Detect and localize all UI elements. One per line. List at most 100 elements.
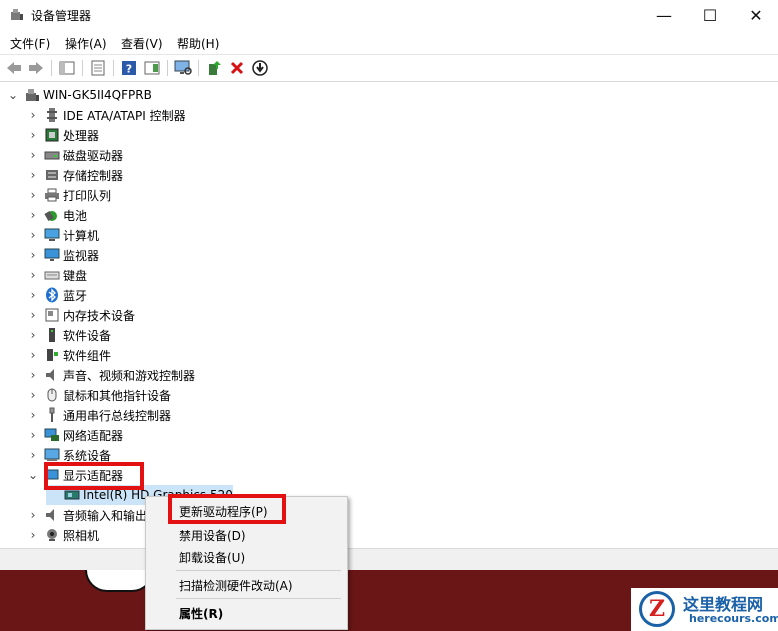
monitor-icon: [44, 247, 60, 263]
storage-controller-icon: [44, 167, 60, 183]
tree-item-label: 照相机: [63, 528, 100, 543]
tree-root[interactable]: ⌄ WIN-GK5II4QFPRB: [6, 85, 152, 105]
menu-action[interactable]: 操作(A): [65, 35, 107, 52]
tree-item[interactable]: › 软件设备: [26, 325, 111, 345]
tree-item[interactable]: › 蓝牙: [26, 285, 87, 305]
menu-view[interactable]: 查看(V): [121, 35, 163, 52]
software-device-icon: [44, 327, 60, 343]
chevron-right-icon[interactable]: ›: [26, 268, 40, 282]
chevron-right-icon[interactable]: ›: [26, 288, 40, 302]
menu-item-disable-device[interactable]: 禁用设备(D): [179, 527, 246, 544]
tree-item[interactable]: › 照相机: [26, 525, 99, 545]
chevron-right-icon[interactable]: ›: [26, 408, 40, 422]
tree-item[interactable]: › 键盘: [26, 265, 87, 285]
keyboard-icon: [44, 267, 60, 283]
tree-item[interactable]: › 通用串行总线控制器: [26, 405, 171, 425]
computer-icon: [44, 227, 60, 243]
back-button[interactable]: [5, 59, 23, 77]
audio-io-icon: [44, 507, 60, 523]
memory-device-icon: [44, 307, 60, 323]
tree-item[interactable]: › 打印队列: [26, 185, 111, 205]
tree-item[interactable]: › 监视器: [26, 245, 99, 265]
chevron-right-icon[interactable]: ›: [26, 448, 40, 462]
computer-root-icon: [24, 87, 40, 103]
menu-help[interactable]: 帮助(H): [177, 35, 219, 52]
chevron-right-icon[interactable]: ›: [26, 108, 40, 122]
tree-item-label: 电池: [63, 208, 88, 223]
menu-item-scan-hardware[interactable]: 扫描检测硬件改动(A): [179, 577, 293, 594]
chevron-right-icon[interactable]: ›: [26, 188, 40, 202]
battery-icon: [44, 207, 60, 223]
chevron-right-icon[interactable]: ›: [26, 128, 40, 142]
tree-item-label: 音频输入和输出: [63, 508, 148, 523]
tree-item[interactable]: › IDE ATA/ATAPI 控制器: [26, 105, 186, 125]
tree-item[interactable]: › 声音、视频和游戏控制器: [26, 365, 195, 385]
forward-button[interactable]: [27, 59, 45, 77]
download-circle-icon: [252, 60, 268, 76]
printer-icon: [44, 187, 60, 203]
system-device-icon: [44, 447, 60, 463]
chevron-right-icon[interactable]: ›: [26, 528, 40, 542]
tree-item-label: 磁盘驱动器: [63, 148, 124, 163]
tree-item-label: 通用串行总线控制器: [63, 408, 172, 423]
download-toolbar-button[interactable]: [251, 59, 269, 77]
logo-z-icon: Z: [639, 591, 675, 627]
help-button[interactable]: ?: [120, 59, 138, 77]
update-driver-toolbar-button[interactable]: [205, 59, 223, 77]
uninstall-toolbar-button[interactable]: [228, 59, 246, 77]
update-driver-icon: [209, 61, 221, 75]
show-hide-console-tree-button[interactable]: [58, 59, 76, 77]
tree-item-label: 蓝牙: [63, 288, 88, 303]
action-pane-button[interactable]: [143, 59, 161, 77]
help-icon: ?: [122, 61, 136, 76]
chevron-right-icon[interactable]: ›: [26, 228, 40, 242]
properties-toolbar-button[interactable]: [89, 59, 107, 77]
tree-item-label: 打印队列: [63, 188, 112, 203]
chevron-right-icon[interactable]: ›: [26, 248, 40, 262]
tree-item[interactable]: › 网络适配器: [26, 425, 123, 445]
toolbar-separator: [198, 60, 199, 76]
menu-file[interactable]: 文件(F): [10, 35, 50, 52]
tree-item[interactable]: › 内存技术设备: [26, 305, 135, 325]
tree-item[interactable]: › 处理器: [26, 125, 99, 145]
chevron-right-icon[interactable]: ›: [26, 328, 40, 342]
chevron-down-icon[interactable]: ⌄: [26, 468, 40, 482]
status-bar: [0, 548, 778, 571]
menu-item-properties[interactable]: 属性(R): [179, 605, 223, 622]
menu-item-uninstall-device[interactable]: 卸载设备(U): [179, 549, 245, 566]
tree-item[interactable]: › 音频输入和输出: [26, 505, 147, 525]
software-component-icon: [44, 347, 60, 363]
chevron-right-icon[interactable]: ›: [26, 508, 40, 522]
tree-item[interactable]: › 软件组件: [26, 345, 111, 365]
tree-item-label: 存储控制器: [63, 168, 124, 183]
tree-item[interactable]: › 计算机: [26, 225, 99, 245]
properties-icon: [91, 60, 105, 76]
chevron-right-icon[interactable]: ›: [26, 388, 40, 402]
tree-item[interactable]: › 鼠标和其他指针设备: [26, 385, 171, 405]
arrow-left-icon: [7, 62, 21, 74]
tree-item[interactable]: › 电池: [26, 205, 87, 225]
maximize-button[interactable]: ☐: [687, 0, 733, 31]
disk-drive-icon: [44, 147, 60, 163]
tree-item-label: 软件设备: [63, 328, 112, 343]
chevron-right-icon[interactable]: ›: [26, 348, 40, 362]
computer-name: WIN-GK5II4QFPRB: [43, 88, 152, 102]
chevron-right-icon[interactable]: ›: [26, 148, 40, 162]
chevron-right-icon[interactable]: ›: [26, 208, 40, 222]
chevron-down-icon[interactable]: ⌄: [6, 88, 20, 102]
tree-item[interactable]: › 存储控制器: [26, 165, 123, 185]
tree-item-label: 声音、视频和游戏控制器: [63, 368, 196, 383]
chevron-right-icon[interactable]: ›: [26, 308, 40, 322]
chevron-right-icon[interactable]: ›: [26, 428, 40, 442]
close-button[interactable]: ✕: [733, 0, 778, 31]
chevron-right-icon[interactable]: ›: [26, 168, 40, 182]
scan-hardware-button[interactable]: [174, 59, 192, 77]
tree-item-label: 处理器: [63, 128, 100, 143]
minimize-button[interactable]: —: [641, 0, 687, 31]
chevron-right-icon[interactable]: ›: [26, 368, 40, 382]
menu-separator: [176, 570, 341, 571]
monitor-scan-icon: [174, 60, 192, 75]
console-tree-icon: [59, 61, 75, 75]
network-adapter-icon: [44, 427, 60, 443]
tree-item[interactable]: › 磁盘驱动器: [26, 145, 123, 165]
